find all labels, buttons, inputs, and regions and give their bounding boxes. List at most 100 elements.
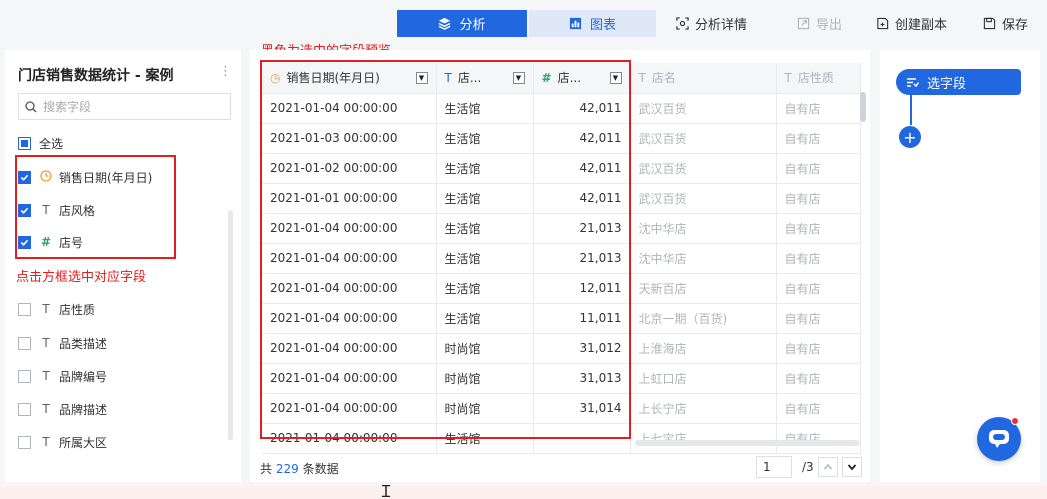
chevron-down-icon [847, 464, 856, 471]
search-icon [25, 100, 37, 112]
tab-chart[interactable]: 图表 [529, 10, 656, 37]
more-vertical-icon[interactable]: ⋮ [219, 64, 232, 79]
chat-icon [989, 430, 1009, 448]
page-number-input[interactable]: 1 [756, 456, 792, 478]
chart-icon [569, 17, 582, 30]
table-cell: 上七宝店 [630, 423, 777, 454]
toolbar: 分析 图表 分析详情 导出 创建副本 保存 [0, 0, 1047, 40]
table-cell: 武汉百货 [630, 153, 777, 184]
save-label: 保存 [1002, 18, 1029, 33]
table-cell: 自有店 [776, 93, 861, 124]
table-cell: 武汉百货 [630, 123, 777, 154]
record-count-value: 229 [275, 462, 299, 476]
page-up-button[interactable] [817, 457, 838, 477]
dataset-title: 门店销售数据统计 - 案例 [18, 68, 174, 84]
export-label: 导出 [816, 18, 843, 33]
pagination: 1 /3 [756, 456, 862, 478]
page-down-button[interactable] [841, 457, 862, 477]
notification-dot [1011, 417, 1019, 425]
selected-fields-highlight [15, 155, 176, 259]
select-fields-icon [907, 77, 919, 87]
record-count: 共 229 条数据 [260, 460, 339, 477]
layers-icon [439, 17, 451, 30]
field-annotation: 点击方框选中对应字段 [16, 270, 147, 285]
field-label: 店性质 [59, 302, 96, 317]
text-type-icon: T [42, 402, 50, 416]
field-label: 品牌描述 [59, 402, 108, 417]
analysis-detail-label: 分析详情 [695, 18, 748, 33]
checkbox-partial-icon [18, 136, 31, 150]
step-select-fields-label: 选字段 [927, 76, 967, 92]
page-total: /3 [802, 460, 814, 474]
selected-columns-highlight [260, 60, 631, 439]
record-count-prefix: 共 [260, 462, 273, 476]
table-cell: 自有店 [776, 363, 861, 394]
tab-analysis[interactable]: 分析 [397, 10, 527, 37]
search-placeholder: 搜索字段 [43, 100, 92, 114]
save-button[interactable]: 保存 [983, 10, 1028, 37]
chevron-up-icon [823, 463, 832, 470]
table-cell: 武汉百货 [630, 93, 777, 124]
select-all-checkbox[interactable]: 全选 [18, 132, 63, 154]
step-connector [910, 95, 912, 125]
table-cell: 上虹口店 [630, 363, 777, 394]
analysis-detail-button[interactable]: 分析详情 [676, 10, 747, 37]
tab-analysis-label: 分析 [459, 18, 486, 33]
checkbox-icon [18, 302, 31, 316]
text-type-icon: T [42, 336, 50, 350]
column-header-store-nature[interactable]: T 店性质 [776, 63, 861, 94]
table-cell: 自有店 [776, 123, 861, 154]
field-label: 所属大区 [59, 435, 108, 450]
text-type-icon: T [42, 435, 50, 449]
column-header-store-name[interactable]: T 店名 [630, 63, 777, 94]
table-cell: 自有店 [776, 393, 861, 424]
create-copy-label: 创建副本 [895, 18, 948, 33]
step-select-fields[interactable]: 选字段 [896, 69, 1021, 95]
record-count-suffix: 条数据 [302, 462, 339, 476]
field-label: 品类描述 [59, 336, 108, 351]
field-item-category-desc[interactable]: T 品类描述 [18, 332, 107, 354]
select-all-label: 全选 [39, 136, 64, 151]
export-button[interactable]: 导出 [797, 10, 842, 37]
text-type-icon: T [638, 70, 646, 85]
table-cell: 沈中华店 [630, 243, 777, 274]
text-type-icon: T [42, 302, 50, 316]
table-cell: 自有店 [776, 243, 861, 274]
table-cell: 自有店 [776, 153, 861, 184]
table-cell: 上淮海店 [630, 333, 777, 364]
table-cell: 自有店 [776, 303, 861, 334]
text-type-icon: T [42, 369, 50, 383]
table-vertical-scrollbar[interactable] [860, 92, 866, 122]
checkbox-icon [18, 369, 31, 383]
table-cell: 沈中华店 [630, 213, 777, 244]
field-item-store-nature[interactable]: T 店性质 [18, 298, 95, 320]
table-cell: 自有店 [776, 333, 861, 364]
scan-icon [676, 17, 689, 30]
text-type-icon: T [784, 70, 792, 85]
bottom-strip [0, 486, 1047, 499]
checkbox-icon [18, 402, 31, 416]
field-item-region[interactable]: T 所属大区 [18, 431, 107, 453]
table-cell: 自有店 [776, 273, 861, 304]
tab-chart-label: 图表 [589, 18, 616, 33]
table-cell: 上长宁店 [630, 393, 777, 424]
create-copy-button[interactable]: 创建副本 [876, 10, 947, 37]
search-input[interactable]: 搜索字段 [18, 93, 231, 120]
field-list-scrollbar[interactable] [228, 210, 233, 440]
text-cursor-icon: Ｉ [378, 482, 395, 499]
checkbox-icon [18, 336, 31, 350]
field-item-brand-code[interactable]: T 品牌编号 [18, 365, 107, 387]
table-horizontal-scrollbar[interactable] [635, 440, 860, 446]
add-step-button[interactable]: + [899, 126, 921, 148]
plus-icon: + [903, 127, 917, 147]
copy-icon [877, 17, 889, 30]
export-icon [797, 17, 810, 30]
table-cell: 自有店 [776, 183, 861, 214]
save-icon [983, 17, 996, 30]
checkbox-icon [18, 435, 31, 449]
field-item-brand-desc[interactable]: T 品牌描述 [18, 398, 107, 420]
table-cell: 北京一期（百货) [630, 303, 777, 334]
table-cell: 自有店 [776, 423, 861, 454]
table-cell: 天新百店 [630, 273, 777, 304]
table-cell: 自有店 [776, 213, 861, 244]
